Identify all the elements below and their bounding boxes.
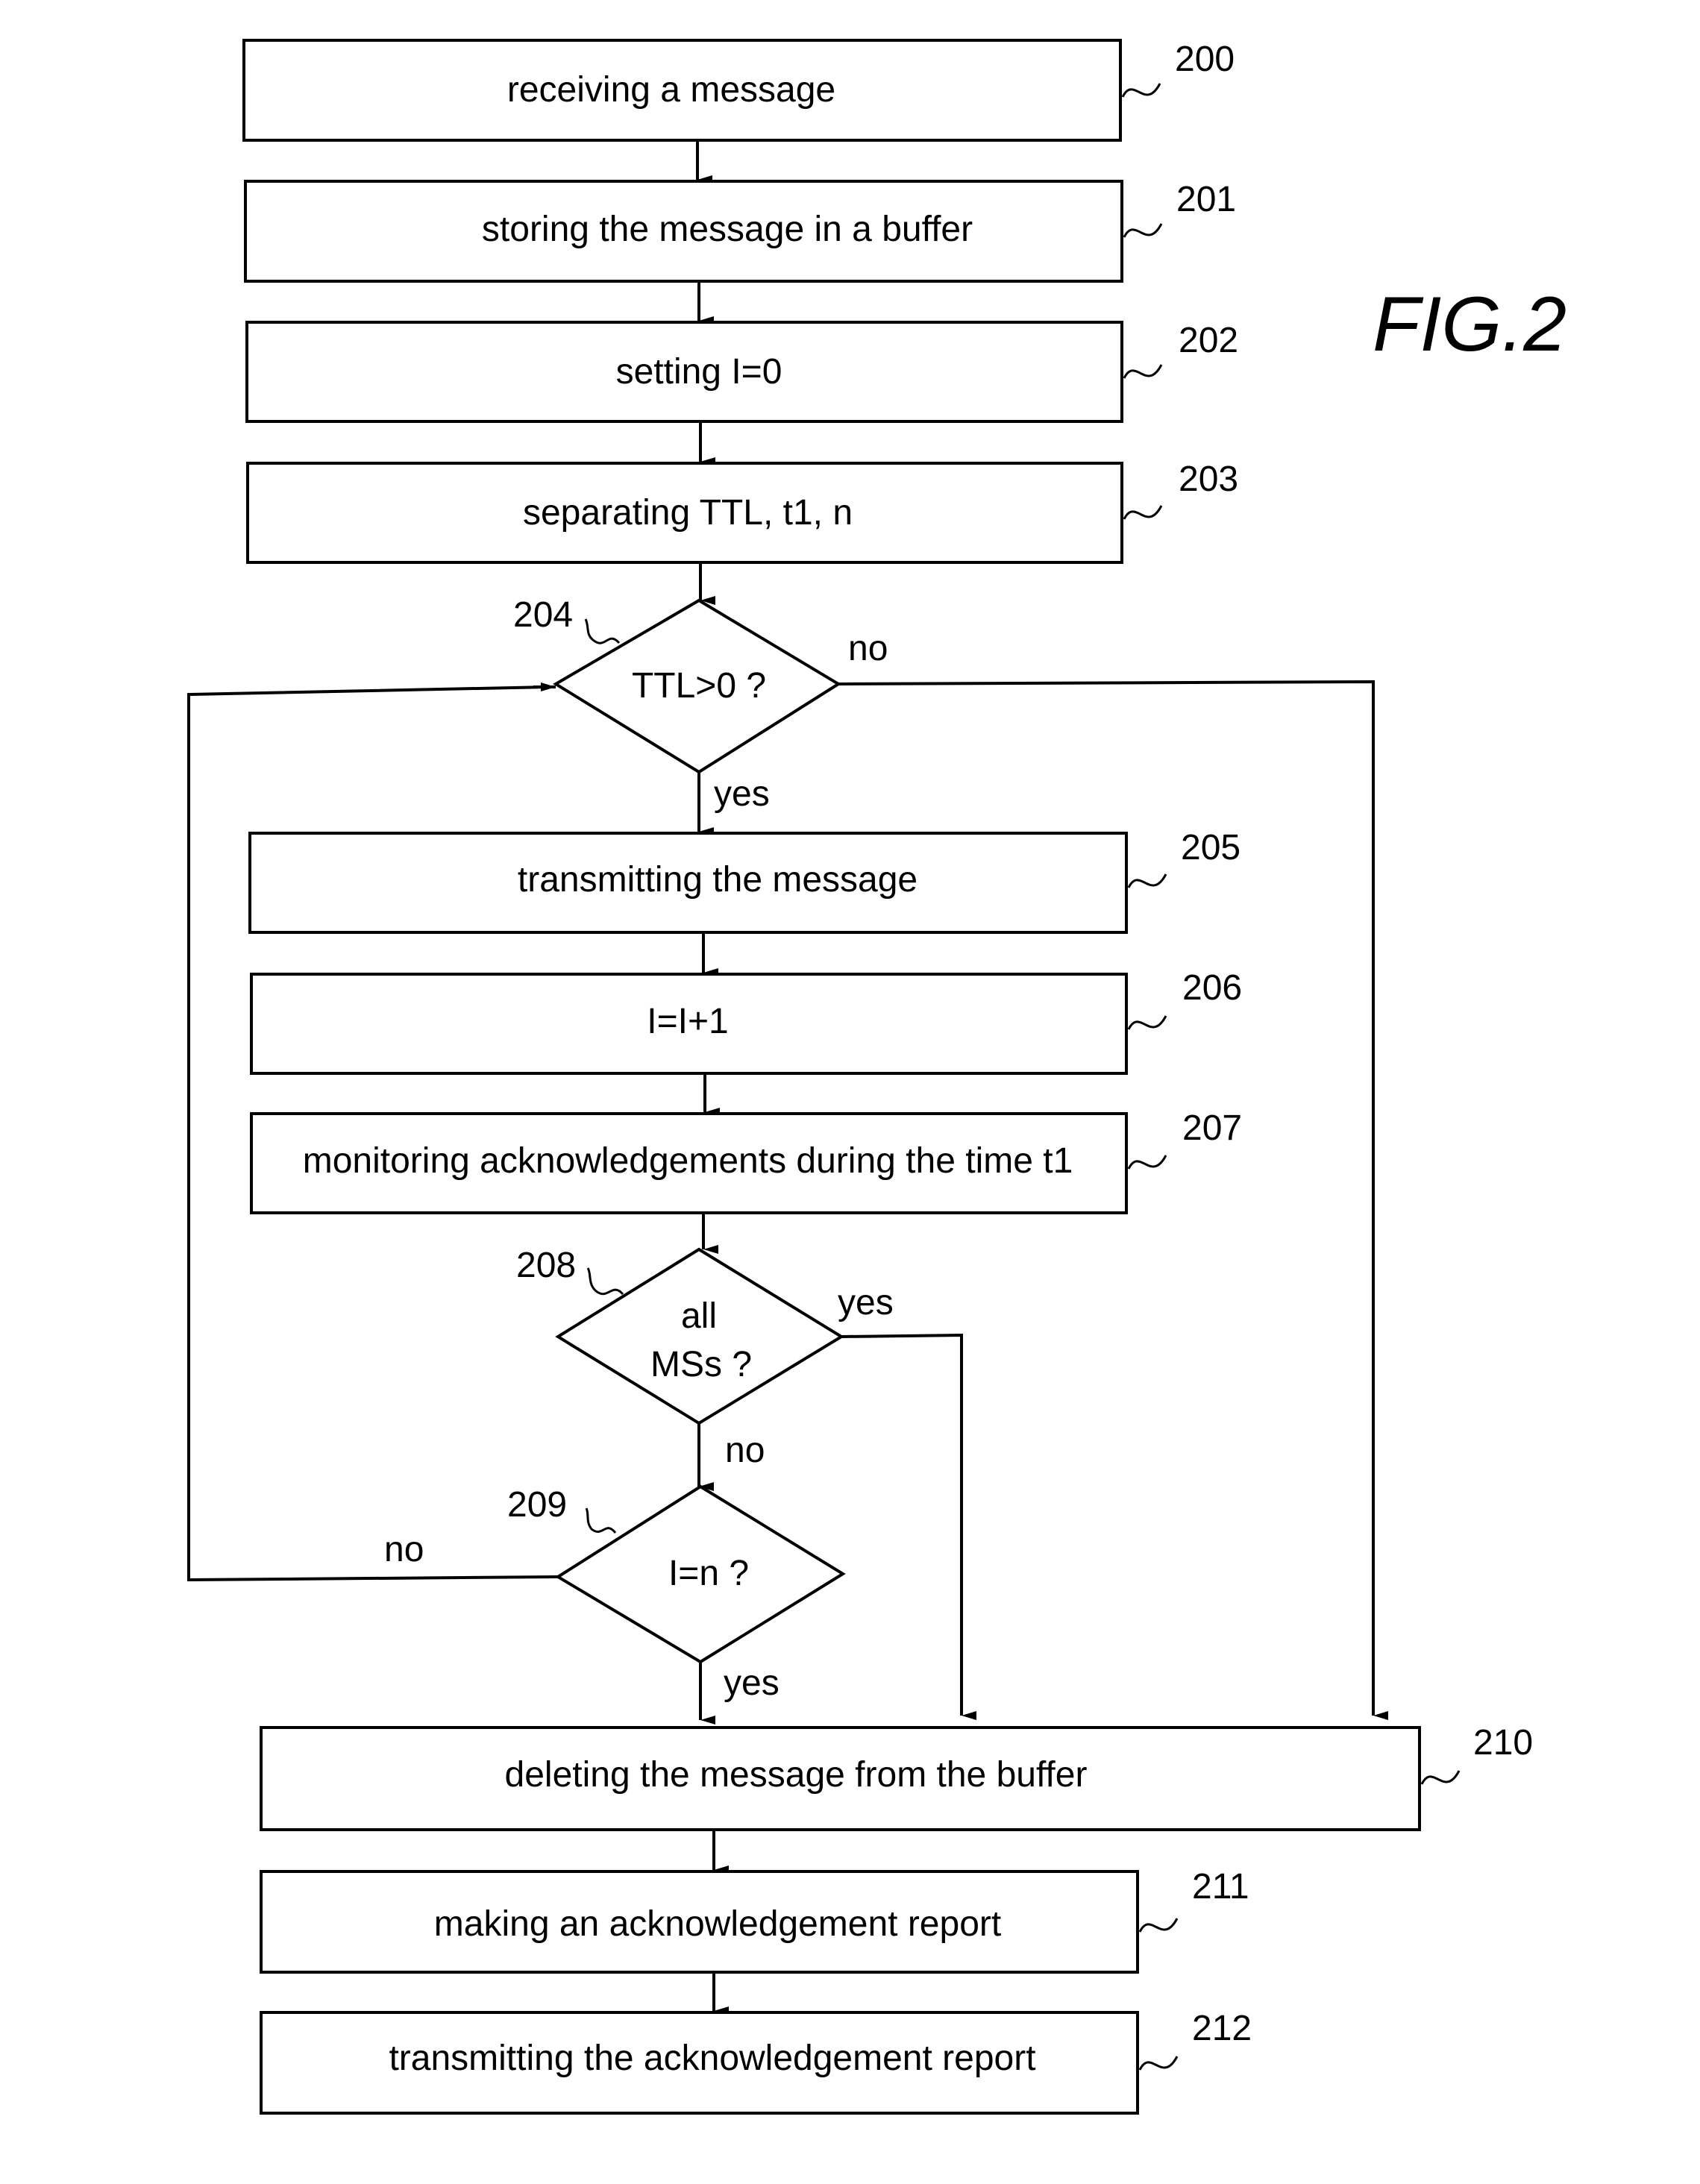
step-202: setting I=0 202 <box>245 321 1238 423</box>
step-205: transmitting the message 205 <box>248 828 1241 934</box>
step-text: making an acknowledgement report <box>434 1904 1001 1944</box>
ref-leader <box>1138 2056 1179 2071</box>
decision-text-line2: MSs ? <box>650 1345 752 1384</box>
step-206: I=I+1 206 <box>250 968 1242 1075</box>
step-ref: 207 <box>1182 1108 1242 1148</box>
yes-label: yes <box>714 774 770 814</box>
ref-leader <box>1123 364 1163 379</box>
yes-label: yes <box>838 1283 894 1322</box>
step-text: receiving a message <box>507 70 835 110</box>
ref-leader <box>1138 1918 1179 1933</box>
step-ref: 210 <box>1473 1723 1533 1763</box>
step-ref: 202 <box>1179 321 1238 360</box>
decision-209: I=n ? 209 no yes <box>384 1484 846 1703</box>
ref-leader <box>1121 83 1161 98</box>
decision-ref: 208 <box>516 1246 576 1285</box>
step-ref: 211 <box>1192 1867 1249 1907</box>
connector-208-yes <box>841 1333 963 1716</box>
decision-ref: 204 <box>513 595 573 635</box>
step-text: transmitting the message <box>518 860 918 900</box>
step-200: receiving a message 200 <box>242 39 1235 142</box>
no-label: no <box>384 1530 424 1569</box>
ref-leader <box>1123 223 1163 238</box>
step-text: I=I+1 <box>647 1002 728 1041</box>
decision-ref: 209 <box>507 1485 567 1525</box>
decision-text: TTL>0 ? <box>632 666 766 706</box>
yes-label: yes <box>724 1663 780 1703</box>
step-211: making an acknowledgement report 211 <box>260 1867 1249 1974</box>
decision-text-line1: all <box>681 1296 717 1336</box>
step-text: storing the message in a buffer <box>482 210 973 249</box>
step-212: transmitting the acknowledgement report … <box>260 2009 1252 2115</box>
step-ref: 205 <box>1181 828 1241 867</box>
decision-208: all MSs ? 208 yes no <box>516 1246 894 1470</box>
decision-text: I=n ? <box>668 1554 749 1593</box>
ref-leader <box>584 618 621 644</box>
no-label: no <box>848 629 888 668</box>
no-label: no <box>725 1431 765 1470</box>
ref-leader <box>586 1267 624 1296</box>
step-text: transmitting the acknowledgement report <box>389 2039 1035 2078</box>
flowchart: FIG.2 receiving a message 200 storing th… <box>187 39 1566 2115</box>
step-203: separating TTL, t1, n 203 <box>246 459 1238 564</box>
ref-leader <box>1420 1770 1461 1785</box>
step-text: setting I=0 <box>616 352 782 392</box>
step-ref: 212 <box>1192 2009 1252 2048</box>
step-ref: 201 <box>1176 180 1236 219</box>
ref-leader <box>585 1507 617 1534</box>
step-ref: 206 <box>1182 968 1242 1008</box>
step-text: separating TTL, t1, n <box>523 493 853 533</box>
step-201: storing the message in a buffer 201 <box>244 180 1236 283</box>
step-text: deleting the message from the buffer <box>505 1755 1088 1795</box>
step-text: monitoring acknowledgements during the t… <box>303 1141 1073 1181</box>
figure-label: FIG.2 <box>1373 281 1566 368</box>
ref-leader <box>1123 505 1163 520</box>
decision-204: TTL>0 ? 204 no yes <box>513 595 888 814</box>
ref-leader <box>1127 1155 1167 1170</box>
step-207: monitoring acknowledgements during the t… <box>250 1108 1242 1214</box>
step-ref: 200 <box>1175 40 1235 79</box>
ref-leader <box>1127 873 1167 888</box>
step-210: deleting the message from the buffer 210 <box>260 1723 1533 1831</box>
ref-leader <box>1127 1015 1167 1030</box>
decision-diamond <box>555 1247 844 1425</box>
step-ref: 203 <box>1179 459 1238 499</box>
